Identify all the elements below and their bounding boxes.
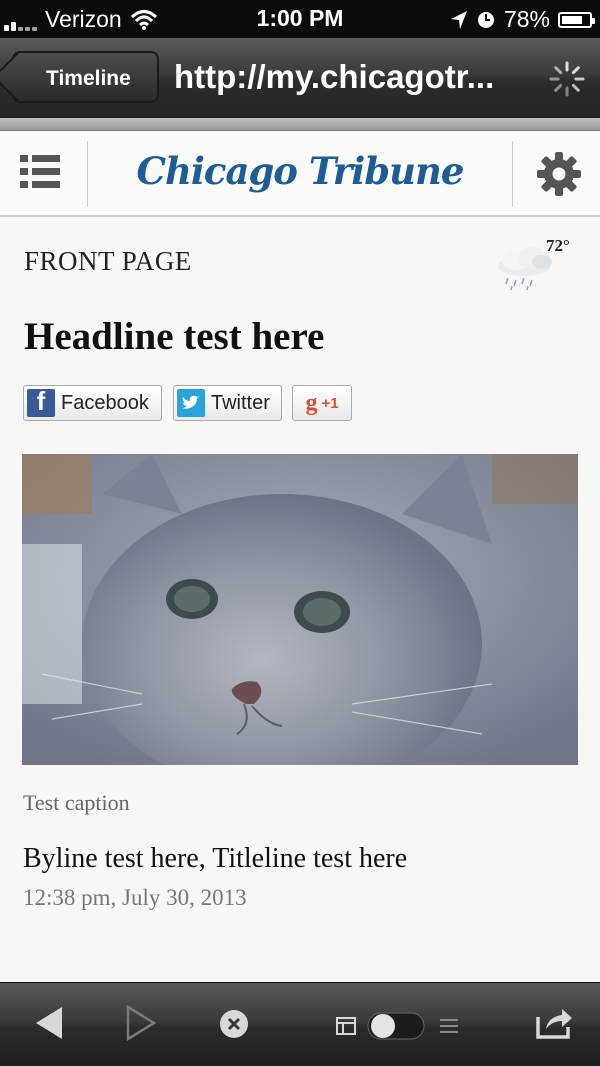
site-header: Chicago Tribune [0,131,600,217]
forward-arrow-icon[interactable] [126,1005,156,1041]
twitter-label: Twitter [211,391,270,414]
twitter-bird-icon [177,389,205,417]
image-caption: Test caption [23,790,130,815]
article-headline: Headline test here [24,315,325,358]
article-byline: Byline test here, Titleline test here [23,843,408,874]
status-bar: Verizon 1:00 PM 78% [0,0,600,38]
location-arrow-icon [450,10,467,29]
alarm-clock-icon [477,11,494,28]
twitter-share-button[interactable]: Twitter [173,385,282,421]
share-icon[interactable] [534,1005,574,1041]
reader-toggle-icon[interactable] [336,1012,466,1040]
chicago-tribune-logo[interactable]: Chicago Tribune [0,149,600,193]
browser-nav-bar: Timeline http://my.chicagotr... [0,38,600,119]
google-plus-one-button[interactable]: g +1 [292,385,352,421]
battery-icon [558,11,595,28]
stop-icon[interactable] [219,1009,249,1039]
battery-percent: 78% [503,6,550,32]
header-divider [512,141,513,207]
back-arrow-icon[interactable] [34,1005,64,1041]
facebook-label: Facebook [61,391,149,414]
facebook-share-button[interactable]: f Facebook [23,385,162,421]
gear-icon[interactable] [536,151,582,197]
loading-spinner-icon [549,61,585,97]
section-label: FRONT PAGE [24,246,192,276]
temperature: 72° [546,236,570,255]
article-timestamp: 12:38 pm, July 30, 2013 [23,885,247,910]
google-g-icon: g [305,389,318,416]
facebook-icon: f [27,386,55,417]
browser-toolbar [0,982,600,1066]
url-bar[interactable]: http://my.chicagotr... [174,58,524,96]
plus-one-label: +1 [321,394,339,412]
back-to-timeline-button[interactable]: Timeline [12,51,159,103]
nav-separator [0,118,600,131]
article-image[interactable] [22,454,578,765]
back-button-label: Timeline [46,67,131,90]
